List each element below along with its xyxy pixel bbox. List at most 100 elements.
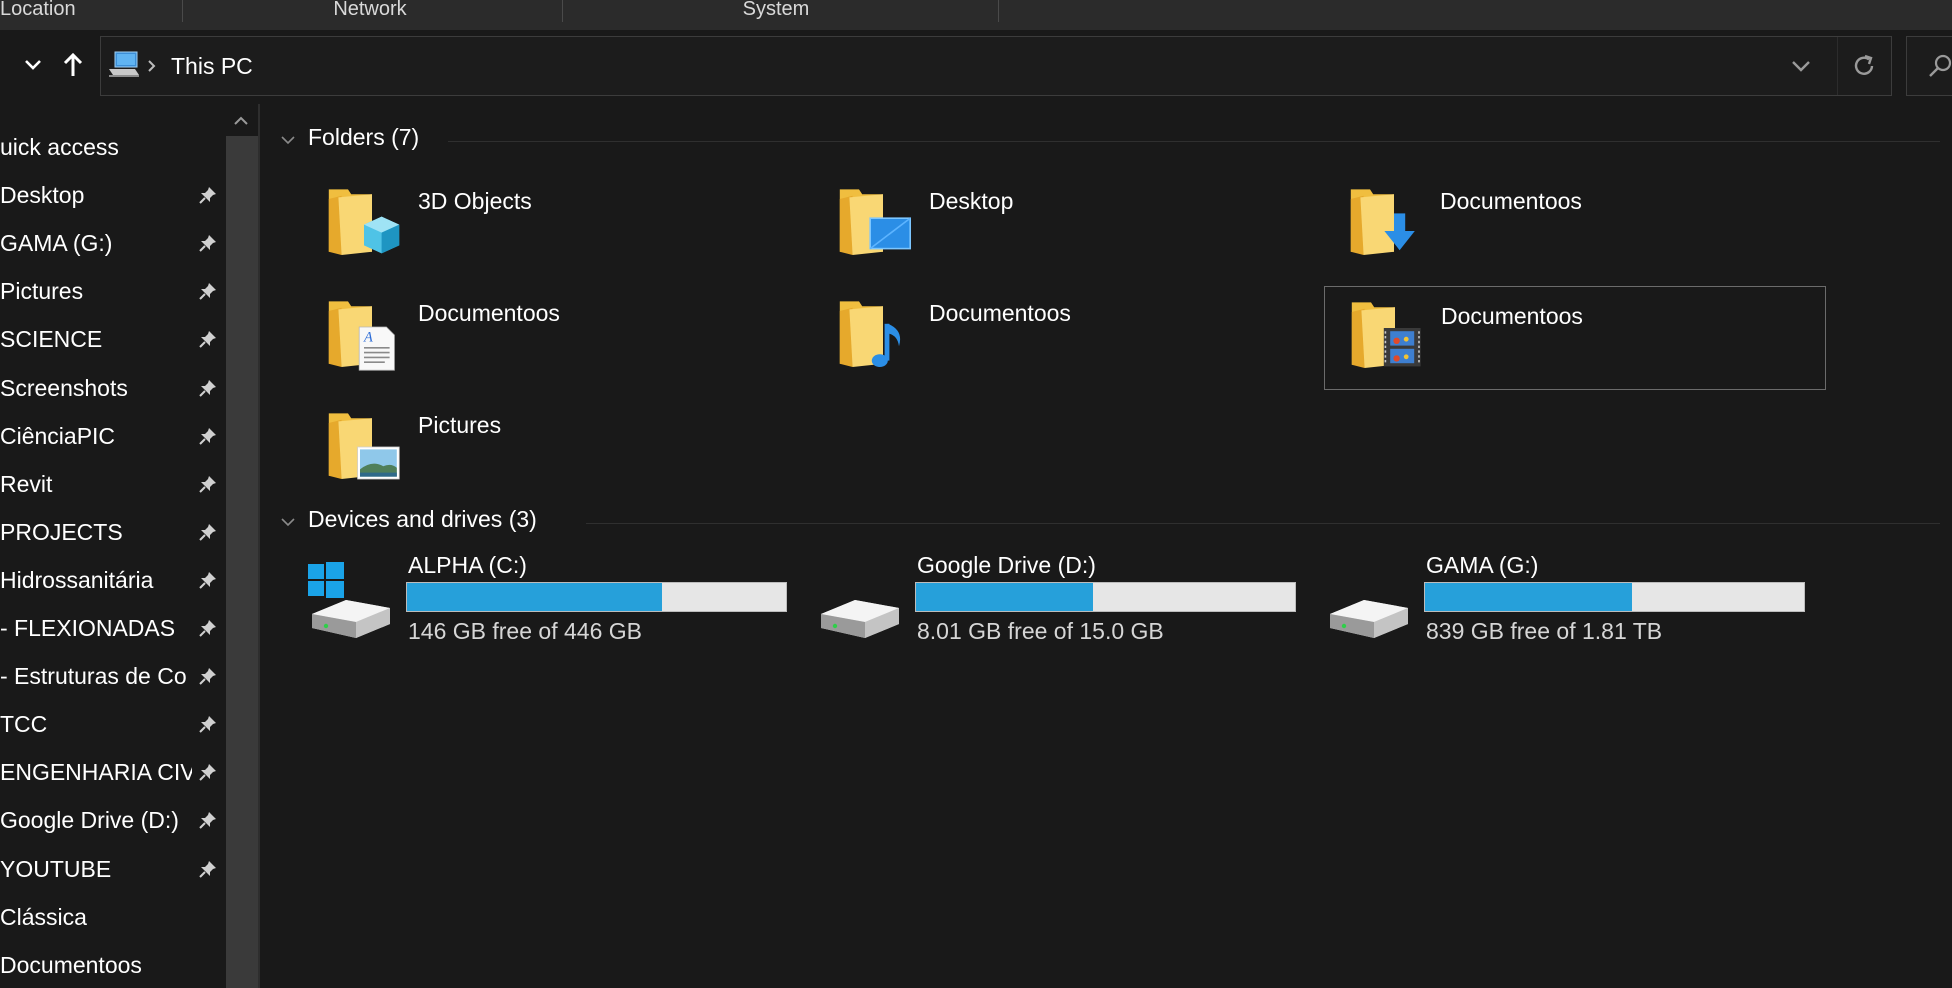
sidebar-item-label: Desktop bbox=[0, 182, 85, 209]
drive-usage-bar bbox=[915, 582, 1296, 612]
pin-icon[interactable] bbox=[198, 281, 218, 301]
folder-tile[interactable]: Documentoos bbox=[1332, 174, 1832, 276]
sidebar-item[interactable]: Clássica bbox=[0, 896, 226, 938]
group-divider-line bbox=[448, 141, 1940, 142]
folder-tile[interactable]: Documentoos bbox=[1324, 286, 1826, 390]
breadcrumb-chevron-icon bbox=[148, 60, 156, 72]
documents-folder-icon: A bbox=[328, 301, 395, 371]
pin-icon[interactable] bbox=[198, 570, 218, 590]
ribbon-group-network[interactable]: Network bbox=[290, 0, 450, 24]
refresh-icon[interactable] bbox=[1851, 53, 1877, 79]
address-dropdown-icon[interactable] bbox=[1791, 59, 1811, 73]
sidebar-item[interactable]: Screenshots bbox=[0, 367, 226, 409]
pin-icon[interactable] bbox=[198, 233, 218, 253]
sidebar-item[interactable]: uick access bbox=[0, 126, 226, 168]
drive-tile[interactable]: ALPHA (C:) 146 GB free of 446 GB bbox=[306, 552, 806, 652]
drive-usage-fill bbox=[916, 583, 1093, 611]
search-icon bbox=[1929, 54, 1952, 77]
sidebar-item-label: Documentoos bbox=[0, 951, 142, 978]
drive-name: Google Drive (D:) bbox=[917, 552, 1096, 578]
folder-tile[interactable]: A Documentoos bbox=[310, 286, 810, 388]
windows-drive-icon bbox=[308, 562, 390, 638]
pin-icon[interactable] bbox=[198, 378, 218, 398]
drive-tile[interactable]: GAMA (G:) 839 GB free of 1.81 TB bbox=[1324, 552, 1824, 652]
drive-name: ALPHA (C:) bbox=[408, 552, 527, 578]
drive-tile[interactable]: Google Drive (D:) 8.01 GB free of 15.0 GB bbox=[815, 552, 1315, 652]
ribbon: Location Network System bbox=[0, 0, 1952, 30]
ribbon-group-system[interactable]: System bbox=[696, 0, 856, 24]
drives-group-title: Devices and drives (3) bbox=[308, 506, 537, 532]
sidebar-item[interactable]: Pictures bbox=[0, 270, 226, 312]
drive-usage-bar bbox=[1424, 582, 1805, 612]
drives-group-header[interactable]: Devices and drives (3) bbox=[280, 506, 1940, 540]
sidebar-item[interactable]: GAMA (G:) bbox=[0, 222, 226, 264]
sidebar-item[interactable]: CiênciaPIC bbox=[0, 415, 226, 457]
sidebar-item[interactable]: PROJECTS bbox=[0, 511, 226, 553]
sidebar-item-label: ENGENHARIA CIVIL bbox=[0, 759, 192, 786]
address-bar[interactable]: This PC bbox=[100, 36, 1892, 96]
pin-icon[interactable] bbox=[198, 618, 218, 638]
folder-label: Documentoos bbox=[418, 300, 560, 326]
sidebar-item-label: Hidrossanitária bbox=[0, 566, 154, 593]
folder-tile[interactable]: 3D Objects bbox=[310, 174, 810, 276]
sidebar-item[interactable]: SCIENCE bbox=[0, 318, 226, 360]
music-folder-icon bbox=[839, 301, 901, 367]
search-box[interactable] bbox=[1906, 36, 1952, 96]
drive-usage-fill bbox=[407, 583, 663, 611]
scroll-up-icon[interactable] bbox=[230, 110, 252, 132]
sidebar-item[interactable]: - FLEXIONADAS bbox=[0, 607, 226, 649]
pin-icon[interactable] bbox=[198, 426, 218, 446]
pictures-folder-icon bbox=[328, 413, 400, 480]
drive-free-space: 839 GB free of 1.81 TB bbox=[1426, 618, 1663, 644]
chevron-down-icon bbox=[281, 518, 295, 527]
ribbon-group-location[interactable]: Location bbox=[0, 0, 80, 24]
drive-free-space: 8.01 GB free of 15.0 GB bbox=[917, 618, 1164, 644]
sidebar-item[interactable]: YOUTUBE bbox=[0, 848, 226, 890]
sidebar-item[interactable]: - Estruturas de Co bbox=[0, 655, 226, 697]
sidebar-item[interactable]: ENGENHARIA CIVIL bbox=[0, 751, 226, 793]
sidebar-item[interactable]: Hidrossanitária bbox=[0, 559, 226, 601]
pin-icon[interactable] bbox=[198, 714, 218, 734]
up-button[interactable] bbox=[58, 50, 88, 80]
pin-icon[interactable] bbox=[198, 666, 218, 686]
folders-group-header[interactable]: Folders (7) bbox=[280, 124, 1940, 158]
address-separator bbox=[1837, 37, 1838, 95]
sidebar-item-label: YOUTUBE bbox=[0, 855, 112, 882]
pin-icon[interactable] bbox=[198, 810, 218, 830]
drive-name: GAMA (G:) bbox=[1426, 552, 1539, 578]
sidebar-item-label: Clássica bbox=[0, 903, 87, 930]
pin-icon[interactable] bbox=[198, 859, 218, 879]
breadcrumb-this-pc[interactable]: This PC bbox=[171, 53, 253, 80]
this-pc-icon bbox=[109, 51, 139, 77]
sidebar-item[interactable]: Desktop bbox=[0, 174, 226, 216]
navigation-pane: uick access Desktop GAMA (G:) Pictures SCIEN… bbox=[0, 104, 258, 988]
group-divider-line bbox=[586, 523, 1940, 524]
chevron-down-icon bbox=[281, 136, 295, 145]
sidebar-item[interactable]: TCC bbox=[0, 703, 226, 745]
sidebar-item-label: - FLEXIONADAS bbox=[0, 615, 176, 641]
navigation-row: This PC bbox=[0, 30, 1952, 104]
3d-objects-folder-icon bbox=[328, 189, 400, 255]
folder-tile[interactable]: Pictures bbox=[310, 398, 810, 500]
pin-icon[interactable] bbox=[198, 762, 218, 782]
videos-folder-icon bbox=[1351, 302, 1421, 368]
sidebar-item[interactable]: Google Drive (D:) bbox=[0, 799, 226, 841]
recent-locations-button[interactable] bbox=[18, 50, 48, 80]
pin-icon[interactable] bbox=[198, 474, 218, 494]
pin-icon[interactable] bbox=[198, 329, 218, 349]
folder-tile[interactable]: Desktop bbox=[821, 174, 1321, 276]
folder-tile[interactable]: Documentoos bbox=[821, 286, 1321, 388]
sidebar-item-label: SCIENCE bbox=[0, 326, 103, 353]
sidebar-item[interactable]: Revit bbox=[0, 463, 226, 505]
folder-label: Documentoos bbox=[1441, 303, 1583, 329]
sidebar-item-label: Pictures bbox=[0, 278, 84, 305]
scrollbar-thumb[interactable] bbox=[226, 136, 258, 988]
desktop-folder-icon bbox=[839, 189, 911, 255]
sidebar-item[interactable]: Documentoos bbox=[0, 944, 226, 986]
pin-icon[interactable] bbox=[198, 522, 218, 542]
folder-label: Documentoos bbox=[1440, 188, 1582, 214]
folder-label: Documentoos bbox=[929, 300, 1071, 326]
sidebar-item-label: GAMA (G:) bbox=[0, 230, 113, 257]
sidebar-item-label: - Estruturas de Co bbox=[0, 663, 187, 690]
pin-icon[interactable] bbox=[198, 185, 218, 205]
